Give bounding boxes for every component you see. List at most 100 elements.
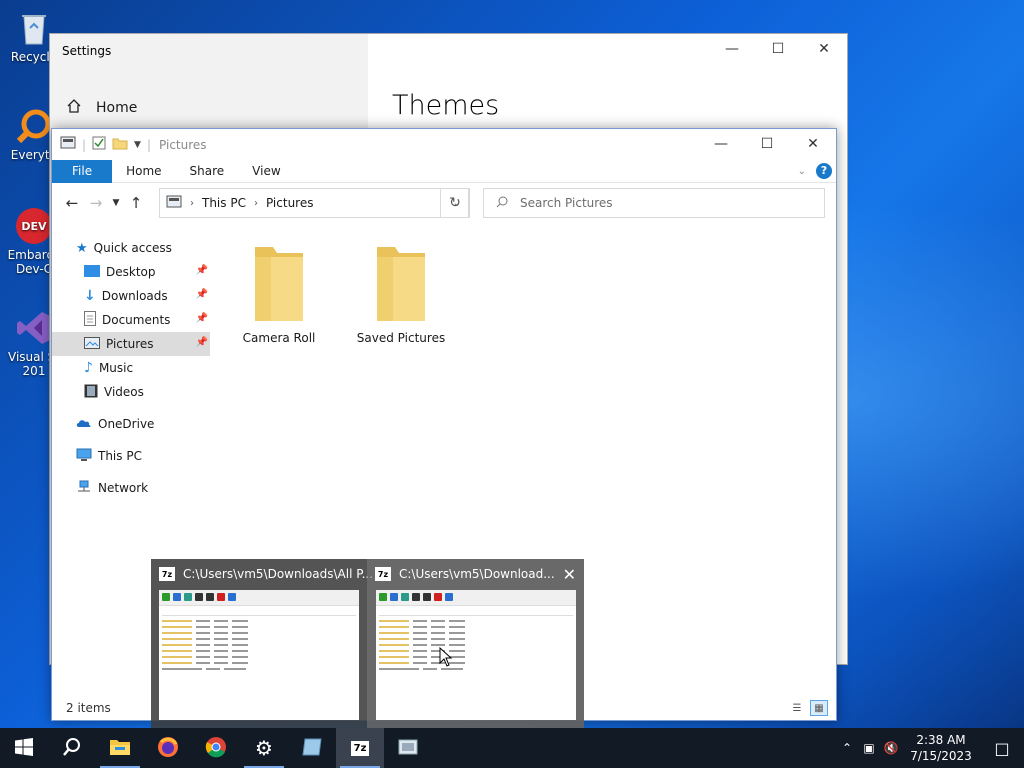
breadcrumb-pictures[interactable]: Pictures [266,196,314,210]
nav-quick-access[interactable]: ★ Quick access [52,236,210,260]
tab-home[interactable]: Home [112,160,175,183]
tab-file[interactable]: File [52,159,113,183]
close-button[interactable]: ✕ [790,129,836,159]
nav-downloads[interactable]: ↓ Downloads 📌 [52,284,210,308]
thumbnail-preview-1[interactable]: 7z C:\Users\vm5\Downloads\All P... [151,559,373,728]
folder-icon [373,243,429,325]
help-icon[interactable]: ? [816,163,832,179]
settings-home-label: Home [96,100,138,116]
close-button[interactable]: ✕ [801,34,847,64]
thumbnail-preview-2[interactable]: 7z C:\Users\vm5\Download... ✕ [367,559,584,728]
volume-muted-icon[interactable]: 🔇 [880,741,902,755]
minimize-button[interactable]: — [698,129,744,159]
large-icons-view-button[interactable]: ▦ [810,700,828,716]
search-placeholder: Search Pictures [520,196,613,210]
taskbar-settings[interactable]: ⚙ [240,728,288,768]
folder-item[interactable]: Camera Roll [224,243,334,345]
chrome-icon [205,736,227,761]
nav-videos[interactable]: Videos [52,380,210,404]
taskbar-chrome[interactable] [192,728,240,768]
maximize-button[interactable]: ☐ [755,34,801,64]
music-icon: ♪ [84,360,93,376]
settings-home-link[interactable]: Home [66,98,137,118]
file-explorer-icon [109,738,131,759]
dev-cpp-icon: DEV [14,206,54,246]
forward-arrow-icon[interactable]: → [84,194,108,212]
nav-label: Network [98,481,149,495]
new-folder-icon[interactable] [112,136,128,153]
expand-ribbon-chevron-icon[interactable]: ⌄ [798,166,806,177]
tab-view[interactable]: View [238,160,294,183]
this-pc-small-icon [166,195,182,212]
action-center-icon[interactable]: □ [980,739,1024,758]
computer-icon [76,448,92,465]
maximize-icon: ☐ [760,136,774,152]
start-button[interactable] [0,728,48,768]
network-icon[interactable]: ▣ [858,741,880,755]
recent-locations-chevron-icon[interactable]: ▼ [108,198,124,208]
clock-time: 2:38 AM [916,733,966,747]
back-arrow-icon[interactable]: ← [60,194,84,212]
folder-name: Camera Roll [242,331,316,345]
folder-name: Saved Pictures [356,331,446,345]
thumbnail-title-row: 7z C:\Users\vm5\Download... [375,567,555,581]
up-arrow-icon[interactable]: ↑ [124,194,148,212]
thumbnail-window-preview [159,590,359,720]
taskbar-notepad[interactable] [288,728,336,768]
nav-label: Pictures [106,337,154,351]
taskbar: ⚙ 7z ⌃ ▣ 🔇 2:38 AM 7/15/2023 □ [0,728,1024,768]
clock[interactable]: 2:38 AM 7/15/2023 [902,732,980,764]
thumbnail-title: C:\Users\vm5\Downloads\All P... [183,567,374,581]
clock-date: 7/15/2023 [910,749,972,763]
nav-documents[interactable]: Documents 📌 [52,308,210,332]
search-icon [62,737,82,760]
pictures-icon [84,336,100,352]
properties-icon[interactable] [92,136,106,153]
minimize-button[interactable]: — [709,34,755,64]
downloads-icon: ↓ [84,288,96,304]
refresh-button[interactable]: ↻ [440,188,470,218]
navigation-bar: ← → ▼ ↑ › This PC › Pictures ⌄ ↻ Search … [52,188,836,218]
nav-onedrive[interactable]: OneDrive [52,412,210,436]
breadcrumb-separator-icon: › [253,197,258,209]
documents-icon [84,311,96,329]
taskbar-app[interactable] [384,728,432,768]
close-icon: ✕ [818,41,830,57]
taskbar-firefox[interactable] [144,728,192,768]
search-input[interactable]: Search Pictures [483,188,825,218]
maximize-icon: ☐ [771,41,785,57]
7zip-icon: 7z [159,567,175,581]
details-view-button[interactable]: ☰ [788,700,806,716]
thumbnail-title: C:\Users\vm5\Download... [399,567,555,581]
system-tray: ⌃ ▣ 🔇 2:38 AM 7/15/2023 □ [836,728,1024,768]
nav-label: Documents [102,313,171,327]
pin-icon: 📌 [195,313,208,324]
pin-icon: 📌 [195,265,208,276]
taskbar-file-explorer[interactable] [96,728,144,768]
nav-pictures[interactable]: Pictures 📌 [52,332,210,356]
nav-label: This PC [98,449,142,463]
nav-label: Music [98,361,134,375]
nav-desktop[interactable]: Desktop 📌 [52,260,210,284]
nav-music[interactable]: ♪ Music [52,356,210,380]
taskbar-search-button[interactable] [48,728,96,768]
settings-page-heading: Themes [392,90,500,121]
star-icon: ★ [76,240,88,256]
show-hidden-icons-chevron-icon[interactable]: ⌃ [836,741,858,755]
chevron-down-icon[interactable]: ▼ [134,140,141,150]
videos-icon [84,384,98,401]
maximize-button[interactable]: ☐ [744,129,790,159]
address-bar[interactable]: › This PC › Pictures ⌄ [159,188,469,218]
explorer-caption-buttons: — ☐ ✕ [698,129,836,159]
minimize-icon: — [725,41,739,57]
thumbnail-close-icon[interactable]: ✕ [563,565,576,584]
explorer-titlebar[interactable]: | ▼ | Pictures — ☐ ✕ [52,129,836,160]
nav-network[interactable]: Network [52,476,210,500]
taskbar-7zip[interactable]: 7z [336,728,384,768]
breadcrumb-this-pc[interactable]: This PC [202,196,246,210]
nav-this-pc[interactable]: This PC [52,444,210,468]
thumbnail-window-preview [376,590,576,720]
nav-label: Downloads [101,289,168,303]
tab-share[interactable]: Share [176,160,239,183]
folder-item[interactable]: Saved Pictures [346,243,456,345]
